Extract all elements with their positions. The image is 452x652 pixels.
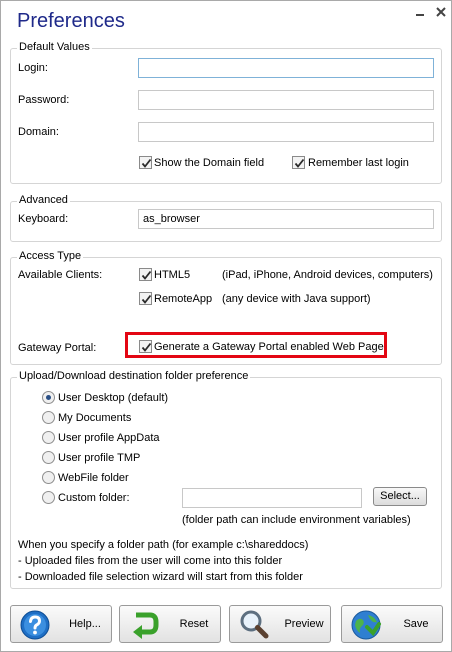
radio-user-desktop[interactable] (42, 391, 55, 404)
save-button[interactable]: Save (341, 605, 443, 643)
minimize-icon[interactable] (414, 5, 428, 19)
radio-my-documents[interactable] (42, 411, 55, 424)
folder-path-note: (folder path can include environment var… (182, 514, 411, 526)
option-tmp-label: User profile TMP (58, 452, 141, 464)
reset-button[interactable]: Reset (119, 605, 221, 643)
html5-checkbox[interactable] (139, 268, 152, 281)
option-appdata-label: User profile AppData (58, 432, 160, 444)
access-type-legend: Access Type (17, 250, 84, 262)
login-input[interactable] (138, 58, 434, 78)
radio-selected-dot (46, 395, 51, 400)
option-user-desktop-label: User Desktop (default) (58, 392, 169, 404)
option-custom-folder-label: Custom folder: (58, 492, 130, 504)
custom-folder-input[interactable] (182, 488, 362, 508)
gateway-portal-checkbox-label: Generate a Gateway Portal enabled Web Pa… (154, 341, 384, 353)
check-mark-icon (141, 270, 152, 280)
radio-custom-folder[interactable] (42, 491, 55, 504)
html5-description: (iPad, iPhone, Android devices, computer… (222, 269, 433, 281)
check-mark-icon (141, 342, 152, 352)
close-icon[interactable] (434, 5, 448, 19)
check-mark-icon (141, 158, 152, 168)
advanced-legend: Advanced (17, 194, 70, 206)
globe-save-icon (351, 610, 381, 640)
select-folder-button[interactable]: Select... (373, 487, 427, 506)
remoteapp-label: RemoteApp (154, 293, 213, 305)
html5-label: HTML5 (154, 269, 191, 281)
preview-button[interactable]: Preview (229, 605, 331, 643)
preferences-window: Preferences Default Values Login: Passwo… (0, 0, 452, 652)
radio-webfile[interactable] (42, 471, 55, 484)
option-my-documents-label: My Documents (58, 412, 132, 424)
magnifier-icon (240, 610, 269, 639)
help-button-label: Help... (69, 618, 101, 630)
check-mark-icon (294, 158, 305, 168)
radio-appdata[interactable] (42, 431, 55, 444)
window-title: Preferences (17, 10, 125, 32)
remember-login-checkbox[interactable] (292, 156, 305, 169)
password-input[interactable] (138, 90, 434, 110)
domain-input[interactable] (138, 122, 434, 142)
upload-download-legend: Upload/Download destination folder prefe… (17, 370, 251, 382)
reset-arrow-icon (133, 612, 159, 639)
keyboard-label: Keyboard: (18, 213, 69, 225)
remoteapp-checkbox[interactable] (139, 292, 152, 305)
help-icon (20, 610, 50, 640)
remember-login-label: Remember last login (308, 157, 409, 169)
save-button-label: Save (403, 618, 429, 630)
available-clients-label: Available Clients: (18, 269, 103, 281)
default-values-legend: Default Values (17, 41, 92, 53)
info-line-1: When you specify a folder path (for exam… (18, 539, 309, 551)
show-domain-checkbox[interactable] (139, 156, 152, 169)
password-label: Password: (18, 94, 70, 106)
gateway-portal-label: Gateway Portal: (18, 342, 97, 354)
option-webfile-label: WebFile folder (58, 472, 129, 484)
help-button[interactable]: Help... (10, 605, 112, 643)
info-line-3: - Downloaded file selection wizard will … (18, 571, 303, 583)
check-mark-icon (141, 294, 152, 304)
domain-label: Domain: (18, 126, 59, 138)
show-domain-label: Show the Domain field (154, 157, 265, 169)
info-line-2: - Uploaded files from the user will come… (18, 555, 283, 567)
remoteapp-description: (any device with Java support) (222, 293, 371, 305)
radio-tmp[interactable] (42, 451, 55, 464)
login-label: Login: (18, 62, 48, 74)
preview-button-label: Preview (284, 618, 324, 630)
gateway-portal-checkbox[interactable] (139, 340, 152, 353)
keyboard-input[interactable] (138, 209, 434, 229)
reset-button-label: Reset (179, 618, 209, 630)
